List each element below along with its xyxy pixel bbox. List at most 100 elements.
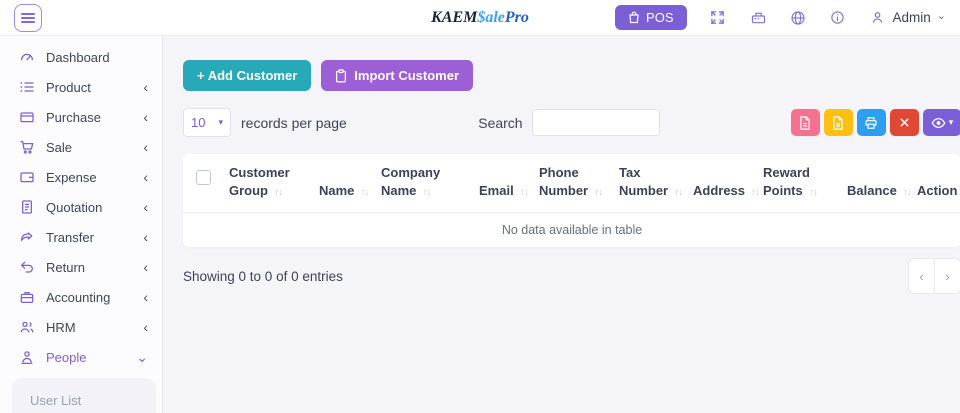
table-controls-row: 10 ▾ records per page Search: [183, 108, 960, 137]
pagination: ‹ ›: [908, 258, 960, 294]
logo-kaem: KAEM: [431, 9, 477, 26]
customer-table: Customer Group↑↓ Name↑↓ Company Name↑↓ E…: [183, 154, 960, 247]
chevron-down-icon: ⌄: [136, 350, 148, 364]
hamburger-icon: [21, 12, 35, 24]
pagination-prev-button[interactable]: ‹: [908, 258, 935, 294]
chevron-left-icon: ‹: [143, 290, 148, 304]
search-label: Search: [478, 115, 522, 131]
sidebar-item-label: Accounting: [46, 290, 110, 305]
sidebar-item-quotation[interactable]: Quotation ‹: [0, 192, 162, 222]
col-company-name[interactable]: Company Name↑↓: [373, 154, 471, 213]
sidebar-item-transfer[interactable]: Transfer ‹: [0, 222, 162, 252]
sort-icon[interactable]: ↑↓: [360, 187, 368, 198]
sort-icon[interactable]: ↑↓: [809, 187, 817, 198]
close-button[interactable]: [890, 109, 919, 136]
sidebar-item-label: Quotation: [46, 200, 102, 215]
col-address[interactable]: Address↑↓: [685, 154, 755, 213]
sort-icon[interactable]: ↑↓: [674, 187, 682, 198]
export-buttons-group: ▾: [791, 109, 960, 136]
logo-sale: $ale: [477, 9, 505, 26]
export-pdf-button[interactable]: [791, 109, 820, 136]
col-phone-number[interactable]: Phone Number↑↓: [531, 154, 611, 213]
pos-button-label: POS: [646, 10, 673, 25]
records-per-page-value: 10: [191, 115, 205, 130]
chevron-left-icon: ‹: [143, 320, 148, 334]
person-icon: [19, 349, 35, 365]
print-button[interactable]: [857, 109, 886, 136]
col-customer-group[interactable]: Customer Group↑↓: [221, 154, 311, 213]
column-visibility-button[interactable]: ▾: [923, 109, 960, 136]
clipboard-icon: [335, 69, 347, 83]
fullscreen-icon[interactable]: [710, 9, 727, 26]
cash-register-icon[interactable]: [750, 9, 767, 26]
add-customer-label: + Add Customer: [197, 68, 297, 83]
admin-menu[interactable]: Admin ⌄: [870, 9, 946, 26]
sidebar-item-dashboard[interactable]: Dashboard: [0, 42, 162, 72]
sidebar-item-hrm[interactable]: HRM ‹: [0, 312, 162, 342]
pagination-next-button[interactable]: ›: [934, 258, 960, 294]
sidebar-item-sale[interactable]: Sale ‹: [0, 132, 162, 162]
search-input[interactable]: [532, 109, 660, 136]
chevron-left-icon: ‹: [143, 260, 148, 274]
printer-icon: [864, 116, 878, 130]
col-reward-points[interactable]: Reward Points↑↓: [755, 154, 839, 213]
export-excel-button[interactable]: [824, 109, 853, 136]
sidebar-item-label: Dashboard: [46, 50, 110, 65]
main-content: + Add Customer Import Customer 10 ▾ reco…: [163, 36, 960, 413]
chevron-left-icon: ‹: [143, 110, 148, 124]
navbar-right-group: POS Admin ⌄: [615, 5, 946, 30]
customer-table-card: Customer Group↑↓ Name↑↓ Company Name↑↓ E…: [183, 154, 960, 247]
caret-down-icon: ▾: [949, 117, 954, 128]
empty-message: No data available in table: [183, 213, 960, 248]
sidebar-item-expense[interactable]: Expense ‹: [0, 162, 162, 192]
chevron-left-icon: ‹: [143, 140, 148, 154]
credit-card-icon: [19, 109, 35, 125]
return-undo-icon: [19, 259, 35, 275]
sort-icon[interactable]: ↑↓: [751, 187, 759, 198]
sort-icon[interactable]: ↑↓: [274, 187, 282, 198]
empty-row: No data available in table: [183, 213, 960, 248]
pos-button[interactable]: POS: [615, 5, 686, 30]
col-name[interactable]: Name↑↓: [311, 154, 373, 213]
records-per-page-select[interactable]: 10 ▾: [183, 108, 231, 137]
pdf-file-icon: [799, 116, 811, 130]
col-email[interactable]: Email↑↓: [471, 154, 531, 213]
col-tax-number[interactable]: Tax Number↑↓: [611, 154, 685, 213]
search-group: Search: [478, 109, 659, 136]
records-per-page-group: 10 ▾ records per page: [183, 108, 347, 137]
select-all-checkbox[interactable]: [196, 170, 211, 185]
sidebar-item-label: Sale: [46, 140, 72, 155]
sidebar-item-accounting[interactable]: Accounting ‹: [0, 282, 162, 312]
sort-icon[interactable]: ↑↓: [594, 187, 602, 198]
globe-icon[interactable]: [790, 9, 807, 26]
col-balance[interactable]: Balance↑↓: [839, 154, 909, 213]
sidebar-item-label: Product: [46, 80, 91, 95]
table-header-row: Customer Group↑↓ Name↑↓ Company Name↑↓ E…: [183, 154, 960, 213]
chevron-left-icon: ‹: [143, 230, 148, 244]
user-icon: [870, 9, 887, 26]
sidebar-subitem-user-list[interactable]: User List: [12, 378, 156, 408]
admin-label: Admin: [893, 10, 931, 25]
sort-icon[interactable]: ↑↓: [903, 187, 911, 198]
col-action: Action: [909, 154, 960, 213]
sidebar-item-label: People: [46, 350, 86, 365]
sort-icon[interactable]: ↑↓: [520, 187, 528, 198]
excel-file-icon: [832, 116, 844, 130]
sidebar-item-product[interactable]: Product ‹: [0, 72, 162, 102]
select-all-cell: [183, 154, 221, 213]
chevron-left-icon: ‹: [143, 170, 148, 184]
sidebar-toggle-button[interactable]: [14, 4, 42, 32]
sidebar-item-label: Expense: [46, 170, 97, 185]
sidebar-item-purchase[interactable]: Purchase ‹: [0, 102, 162, 132]
sort-icon[interactable]: ↑↓: [422, 187, 430, 198]
shopping-bag-icon: [628, 11, 640, 24]
import-customer-button[interactable]: Import Customer: [321, 60, 473, 91]
sidebar-item-label: Transfer: [46, 230, 94, 245]
sidebar-item-people[interactable]: People ⌄: [0, 342, 162, 372]
top-navbar: KAEM$alePro POS Admin ⌄: [0, 0, 960, 36]
info-icon[interactable]: [830, 9, 847, 26]
sidebar-item-return[interactable]: Return ‹: [0, 252, 162, 282]
close-icon: [899, 117, 910, 128]
add-customer-button[interactable]: + Add Customer: [183, 60, 311, 91]
shopping-cart-icon: [19, 139, 35, 155]
